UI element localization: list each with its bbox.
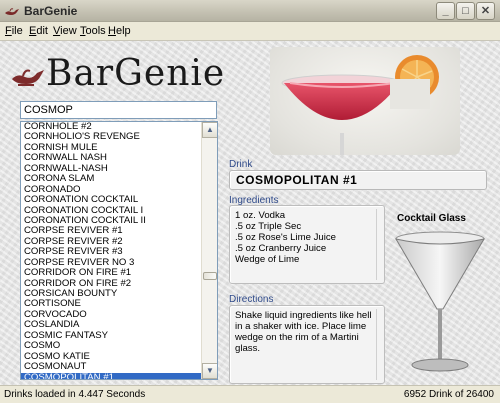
ingredients-scrollbar[interactable] [376,209,382,280]
cocktail-glass-image [394,231,486,372]
list-item[interactable]: CORPSE REVIVER #2 [21,237,202,247]
list-item[interactable]: CORPSE REVIVER NO 3 [21,258,202,268]
minimize-button[interactable]: _ [436,2,455,20]
list-scrollbar[interactable]: ▲ ▼ [201,122,217,379]
martini-photo-image [281,55,439,155]
menu-view[interactable]: View [53,25,77,37]
list-item[interactable]: CORNWALL NASH [21,153,202,163]
load-time-status: Drinks loaded in 4.447 Seconds [4,389,146,400]
logo-text: BarGenie [46,53,226,94]
list-item[interactable]: CORONATION COCKTAIL II [21,216,202,226]
scroll-down-icon[interactable]: ▼ [202,363,217,379]
drink-count-status: 6952 Drink of 26400 [403,389,494,400]
genie-lamp-icon [5,8,19,15]
list-item[interactable]: CORRIDOR ON FIRE #2 [21,279,202,289]
main-panel: BarGenie CORNHOLE #2CORNHOLIO'S REVENGEC… [0,40,500,385]
ingredient-line: Wedge of Lime [235,254,300,265]
genie-lamp-icon [12,69,44,86]
drink-list[interactable]: CORNHOLE #2 CORNHOLIO'S REVENGE CORNISH MU… [20,121,218,380]
directions-scrollbar[interactable] [376,309,382,380]
list-item[interactable]: COSLANDIA [21,320,202,330]
list-item[interactable]: CORONADO [21,185,202,195]
directions-box[interactable]: Shake liquid ingredients like hell in a … [229,305,385,384]
directions-label: Directions [229,294,274,305]
list-item[interactable]: CORONATION COCKTAIL I [21,206,202,216]
drink-label: Drink [229,159,253,170]
menu-file[interactable]: File [5,25,23,37]
drink-name: COSMOPOLITAN #1 [229,170,487,190]
menu-tools[interactable]: Tools [80,25,106,37]
list-item[interactable]: CORNHOLIO'S REVENGE [21,132,202,142]
list-item[interactable]: COSMIC FANTASY [21,331,202,341]
list-item[interactable]: CORONA SLAM [21,174,202,184]
drink-list-items: CORNHOLE #2 CORNHOLIO'S REVENGE CORNISH MU… [21,122,202,379]
menu-bar: File Edit View Tools Help [0,22,500,40]
window-title: BarGenie [24,4,78,18]
search-input[interactable] [20,101,217,119]
status-bar: Drinks loaded in 4.447 Seconds 6952 Drin… [0,385,500,403]
list-item[interactable]: COSMO KATIE [21,352,202,362]
glass-type-label: Cocktail Glass [397,213,466,224]
ingredient-line: .5 oz Cranberry Juice [235,243,327,254]
directions-text: Shake liquid ingredients like hell in a … [235,310,372,354]
list-item[interactable]: CORPSE REVIVER #3 [21,247,202,257]
list-item[interactable]: COSMOPOLITAN #1 [21,372,202,379]
list-item[interactable]: CORPSE REVIVER #1 [21,226,202,236]
list-item[interactable]: CORVOCADO [21,310,202,320]
scroll-thumb[interactable] [203,272,217,280]
list-item[interactable]: CORNHOLE #2 [21,122,202,132]
menu-edit[interactable]: Edit [29,25,48,37]
list-item[interactable]: CORRIDOR ON FIRE #1 [21,268,202,278]
maximize-button[interactable]: □ [456,2,475,20]
ingredient-line: 1 oz. Vodka [235,210,286,221]
list-item[interactable]: COSMONAUT [21,362,202,372]
list-item[interactable]: CORSICAN BOUNTY [21,289,202,299]
ingredient-line: .5 oz Rose's Lime Juice [235,232,337,243]
list-item[interactable]: CORTISONE [21,299,202,309]
list-item[interactable]: CORONATION COCKTAIL [21,195,202,205]
scroll-up-icon[interactable]: ▲ [202,122,217,138]
list-item[interactable]: CORNWALL-NASH [21,164,202,174]
ingredients-box[interactable]: 1 oz. Vodka .5 oz Triple Sec .5 oz Rose'… [229,205,385,284]
title-bar: BarGenie _ □ ✕ [0,0,500,22]
list-item[interactable]: COSMO [21,341,202,351]
ingredient-line: .5 oz Triple Sec [235,221,302,232]
drink-photo [270,47,460,155]
logo: BarGenie [10,53,225,97]
list-item[interactable]: CORNISH MULE [21,143,202,153]
close-button[interactable]: ✕ [476,2,495,20]
menu-help[interactable]: Help [108,25,131,37]
